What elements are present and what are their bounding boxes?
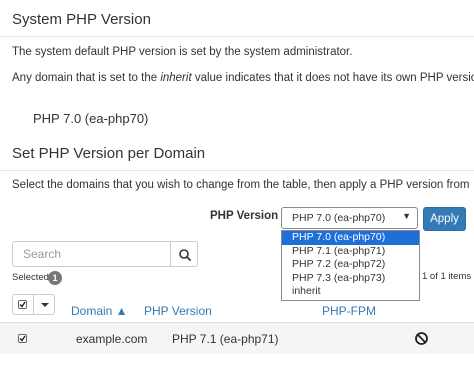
domain-column-header[interactable]: Domain ▲ [71, 304, 128, 318]
apply-button[interactable]: Apply [423, 207, 466, 231]
check-icon [19, 335, 26, 342]
php-version-select-value: PHP 7.0 (ea-php70) [292, 212, 386, 224]
inherit-keyword: inherit [160, 72, 192, 84]
control-divider [33, 295, 34, 314]
bulk-select-control[interactable] [12, 294, 55, 315]
inherit-description-prefix: Any domain that is set to the [12, 72, 161, 84]
system-php-version-value: PHP 7.0 (ea-php70) [33, 111, 149, 126]
system-php-title: System PHP Version [12, 11, 151, 28]
php-version-option[interactable]: PHP 7.3 (ea-php73) [282, 272, 419, 286]
check-icon [19, 301, 26, 308]
inherit-description: Any domain that is set to the inherit va… [12, 72, 474, 84]
system-php-description: The system default PHP version is set by… [12, 46, 353, 58]
php-version-cell: PHP 7.1 (ea-php71) [172, 332, 279, 346]
php-version-dropdown-list[interactable]: PHP 7.0 (ea-php70) PHP 7.1 (ea-php71) PH… [281, 230, 420, 301]
search-input[interactable]: Search [12, 241, 171, 267]
row-checkbox[interactable] [18, 334, 27, 343]
selected-label: Selected [12, 272, 49, 283]
caret-down-icon: ▼ [402, 211, 411, 221]
per-domain-description: Select the domains that you wish to chan… [12, 179, 470, 191]
no-entry-icon [415, 332, 428, 345]
php-version-option[interactable]: inherit [282, 285, 419, 299]
search-button[interactable] [170, 241, 198, 267]
per-domain-title: Set PHP Version per Domain [12, 145, 206, 162]
php-version-select[interactable]: PHP 7.0 (ea-php70) ▼ [281, 207, 418, 229]
caret-down-icon[interactable] [40, 302, 50, 308]
divider [0, 36, 474, 37]
php-version-option[interactable]: PHP 7.0 (ea-php70) [282, 231, 419, 245]
search-icon [179, 249, 191, 261]
domain-cell: example.com [76, 332, 148, 346]
selected-count-badge: 1 [48, 271, 62, 285]
divider [0, 170, 474, 171]
php-version-option[interactable]: PHP 7.1 (ea-php71) [282, 245, 419, 259]
php-version-column-header[interactable]: PHP Version [144, 304, 212, 318]
paging-summary: 1 of 1 items [422, 271, 472, 282]
php-version-option[interactable]: PHP 7.2 (ea-php72) [282, 258, 419, 272]
php-fpm-column-header[interactable]: PHP-FPM [322, 304, 376, 318]
select-all-checkbox[interactable] [18, 300, 27, 309]
inherit-description-suffix: value indicates that it does not have it… [191, 72, 474, 84]
php-version-label: PHP Version [210, 210, 279, 222]
